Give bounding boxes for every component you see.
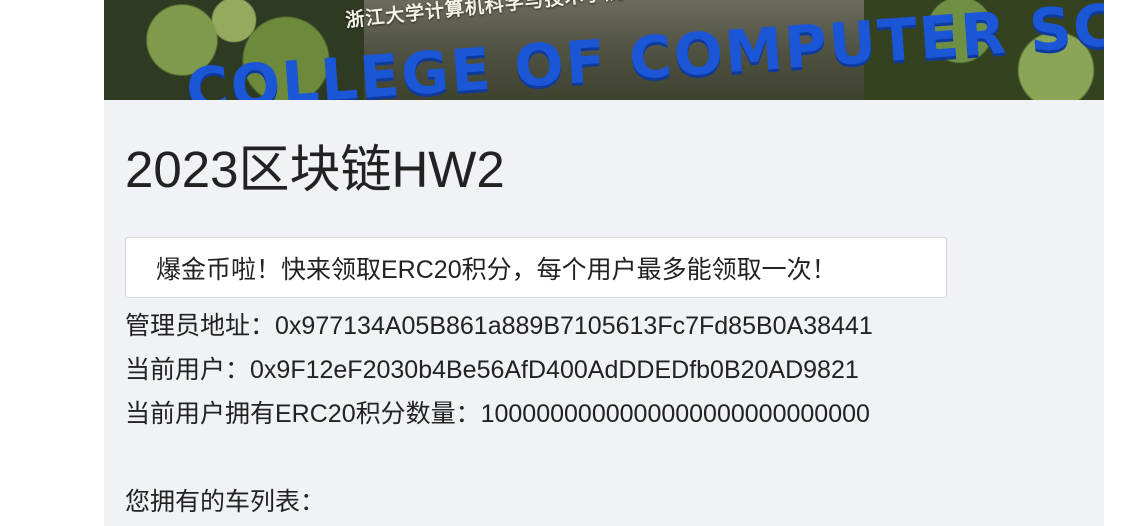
admin-address-label: 管理员地址： [125,312,276,340]
car-list-heading: 您拥有的车列表： [125,488,326,516]
admin-address-row: 管理员地址：0x977134A05B861a889B7105613Fc7Fd85… [125,306,873,342]
balance-label: 当前用户拥有ERC20积分数量： [125,400,481,428]
current-user-label: 当前用户： [125,356,251,384]
current-user-row: 当前用户：0x9F12eF2030b4Be56AfD400AdDDEDfb0B2… [125,350,859,386]
page-title: 2023区块链HW2 [125,141,505,198]
claim-erc20-button[interactable]: 爆金币啦！快来领取ERC20积分，每个用户最多能领取一次！ [125,237,947,298]
balance-value: 1000000000000000000000000000 [480,400,870,428]
banner-image: 浙江大学计算机科学与技术学院 COLLEGE OF COMPUTER SCIEN… [104,0,1104,100]
current-user-address: 0x9F12eF2030b4Be56AfD400AdDDEDfb0B20AD98… [250,356,859,384]
page: 浙江大学计算机科学与技术学院 COLLEGE OF COMPUTER SCIEN… [104,0,1104,526]
balance-row: 当前用户拥有ERC20积分数量：100000000000000000000000… [125,394,870,430]
admin-address-value: 0x977134A05B861a889B7105613Fc7Fd85B0A384… [275,312,873,340]
